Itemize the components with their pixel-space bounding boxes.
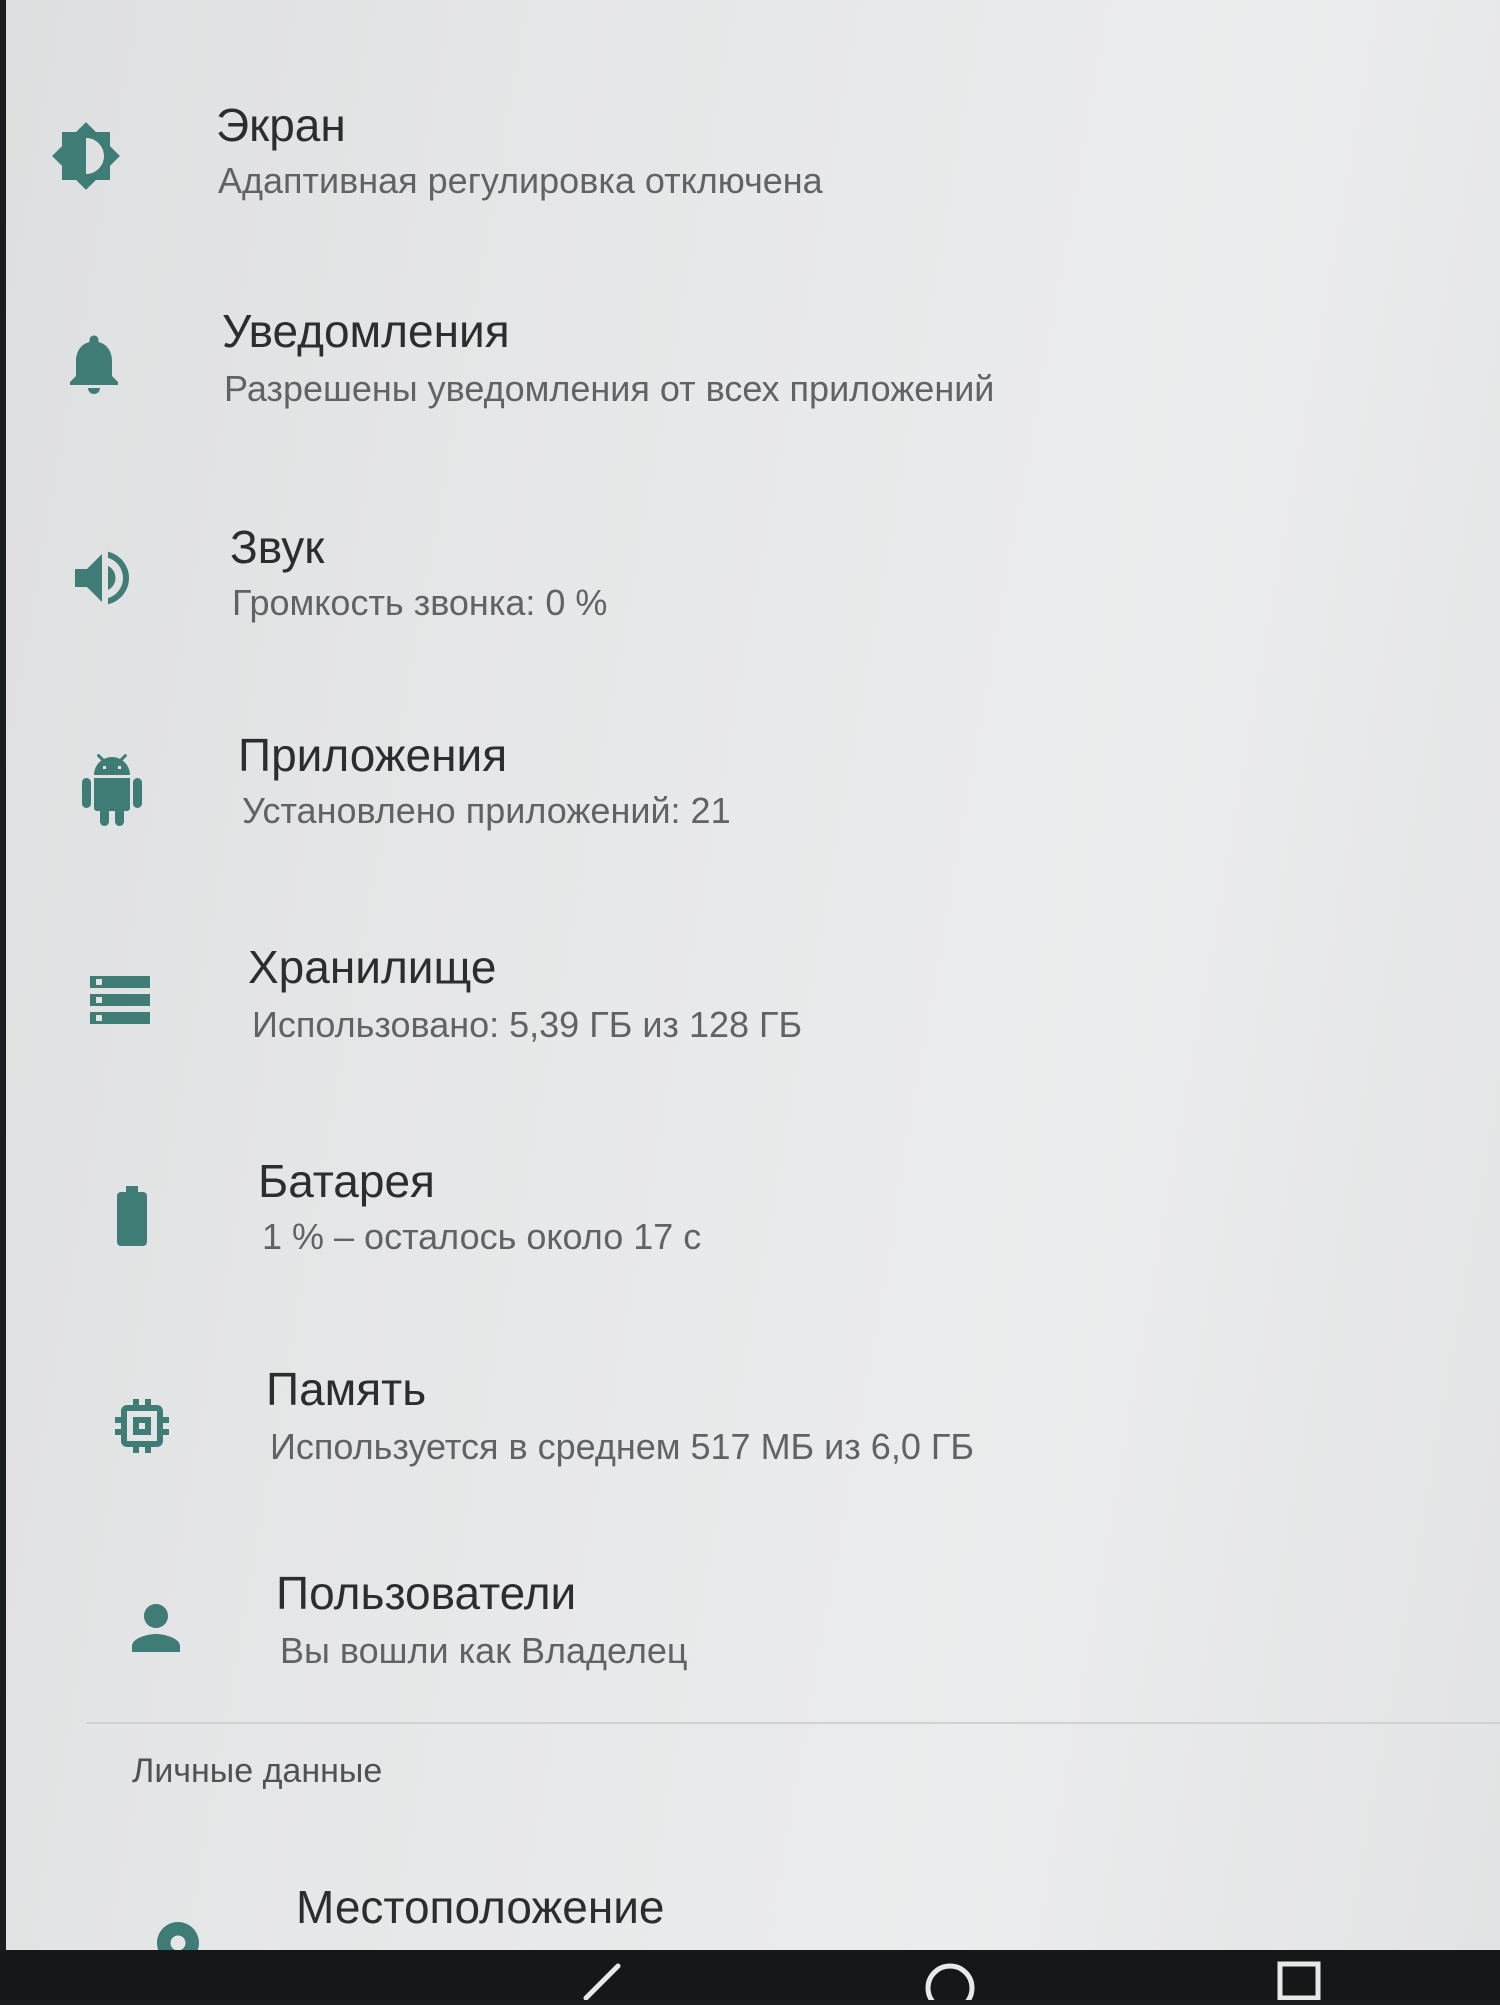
settings-item-summary: Используется в среднем 517 МБ из 6,0 ГБ — [270, 1426, 974, 1467]
category-header-personal: Личные данные — [132, 1752, 383, 1790]
settings-item-location[interactable]: Местоположение — [6, 1860, 1500, 1950]
settings-item-summary: Установлено приложений: 21 — [242, 790, 731, 831]
settings-item-summary: Использовано: 5,39 ГБ из 128 ГБ — [252, 1004, 803, 1045]
settings-item-memory[interactable]: Память Используется в среднем 517 МБ из … — [6, 1326, 1500, 1516]
recents-icon[interactable] — [1270, 1958, 1330, 2001]
home-icon[interactable] — [920, 1958, 980, 2005]
settings-item-summary: Вы вошли как Владелец — [280, 1630, 688, 1671]
settings-item-notifications[interactable]: Уведомления Разрешены уведомления от все… — [6, 266, 1500, 456]
person-icon — [120, 1592, 192, 1664]
memory-chip-icon — [106, 1390, 178, 1462]
settings-screen: Экран Адаптивная регулировка отключена У… — [6, 0, 1500, 1950]
brightness-icon — [50, 120, 122, 192]
settings-item-summary: Разрешены уведомления от всех приложений — [224, 368, 995, 409]
settings-item-title: Пользователи — [276, 1567, 577, 1619]
settings-item-users[interactable]: Пользователи Вы вошли как Владелец — [6, 1530, 1500, 1720]
settings-item-display[interactable]: Экран Адаптивная регулировка отключена — [6, 60, 1500, 250]
settings-item-title: Уведомления — [222, 305, 510, 357]
battery-icon — [96, 1180, 168, 1252]
settings-item-title: Приложения — [238, 729, 508, 781]
settings-item-summary: Громкость звонка: 0 % — [232, 582, 608, 623]
settings-item-storage[interactable]: Хранилище Использовано: 5,39 ГБ из 128 Г… — [6, 904, 1500, 1094]
bell-icon — [58, 328, 130, 400]
settings-item-summary: 1 % – осталось около 17 с — [262, 1216, 702, 1257]
back-icon[interactable] — [570, 1958, 630, 2001]
storage-icon — [84, 964, 156, 1036]
settings-item-title: Местоположение — [296, 1881, 665, 1933]
settings-item-title: Звук — [230, 521, 325, 573]
settings-item-summary: Адаптивная регулировка отключена — [218, 160, 823, 201]
settings-item-battery[interactable]: Батарея 1 % – осталось около 17 с — [6, 1118, 1500, 1308]
volume-icon — [66, 542, 138, 614]
android-icon — [76, 754, 148, 826]
settings-item-title: Экран — [216, 99, 346, 151]
settings-item-title: Хранилище — [248, 941, 497, 993]
settings-item-apps[interactable]: Приложения Установлено приложений: 21 — [6, 692, 1500, 882]
settings-item-sound[interactable]: Звук Громкость звонка: 0 % — [6, 484, 1500, 674]
section-divider — [86, 1722, 1500, 1724]
location-pin-icon — [142, 1916, 214, 1950]
settings-item-title: Память — [266, 1363, 427, 1415]
navigation-bar — [0, 1950, 1500, 2005]
settings-item-title: Батарея — [258, 1155, 435, 1207]
